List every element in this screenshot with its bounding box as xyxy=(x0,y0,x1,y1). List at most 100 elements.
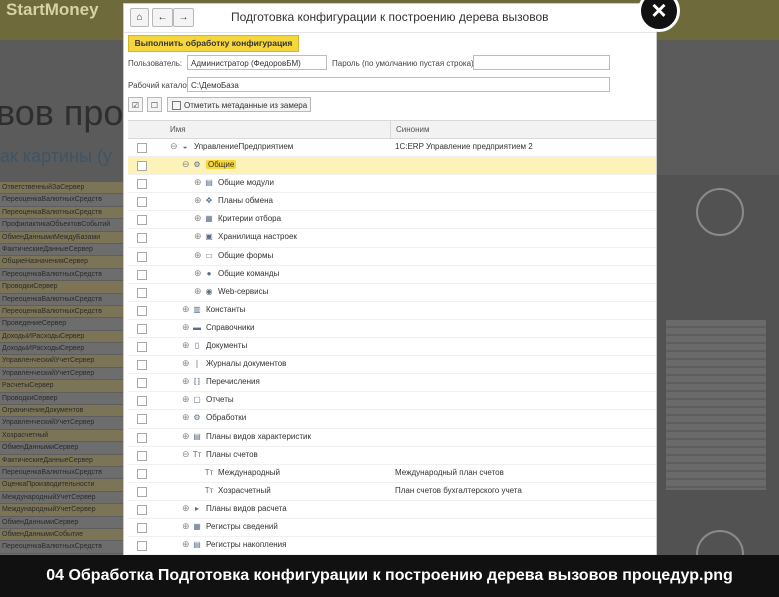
expand-icon[interactable]: ⊕ xyxy=(182,376,190,387)
row-checkbox[interactable] xyxy=(137,504,147,515)
uncheck-all-button[interactable]: ☐ xyxy=(147,97,162,112)
row-checkbox[interactable] xyxy=(137,197,147,208)
expand-icon[interactable]: ⊕ xyxy=(194,286,202,297)
row-checkbox[interactable] xyxy=(137,251,147,262)
row-checkbox[interactable] xyxy=(137,522,147,533)
expand-icon[interactable]: ⊕ xyxy=(194,250,202,261)
tree-row[interactable]: ⊕ ● Общие команды xyxy=(128,266,656,284)
tree-row[interactable]: ⊕ ▸ Планы видов расчета xyxy=(128,501,656,519)
background-list-item: ПереоценкаВалютныхСредств xyxy=(0,194,125,207)
chart-of-accounts-icon: Tт xyxy=(204,467,214,477)
tree-row[interactable]: ⊕ ▤ Общие модули xyxy=(128,175,656,194)
expand-icon[interactable]: ⊕ xyxy=(194,231,202,242)
row-checkbox[interactable] xyxy=(137,323,147,334)
tree-row[interactable]: Tт Международный Международный план счетов xyxy=(128,465,656,483)
row-checkbox[interactable] xyxy=(137,143,147,153)
row-name: Документы xyxy=(206,341,248,351)
tree-row[interactable]: ⊕ ⚙ Обработки xyxy=(128,410,656,429)
tree-row[interactable]: Tт Хозрасчетный План счетов бухгалтерского… xyxy=(128,483,656,501)
column-synonym-header[interactable]: Синоним xyxy=(390,121,430,138)
row-checkbox[interactable] xyxy=(137,179,147,190)
expand-icon[interactable]: ⊕ xyxy=(182,503,190,514)
chart-of-accounts-icon: Tт xyxy=(204,485,214,495)
password-field[interactable] xyxy=(473,55,610,70)
row-checkbox[interactable] xyxy=(137,360,147,371)
row-checkbox[interactable] xyxy=(137,378,147,389)
password-label: Пароль (по умолчанию пустая строка): xyxy=(332,59,476,68)
collapse-icon[interactable]: ⊖ xyxy=(170,141,178,152)
tree-row[interactable]: ⊕ ▤ Планы видов характеристик xyxy=(128,429,656,447)
row-synonym: Международный план счетов xyxy=(395,467,504,477)
expand-icon[interactable]: ⊕ xyxy=(182,322,190,333)
column-name-header[interactable]: Имя xyxy=(170,125,186,134)
row-checkbox[interactable] xyxy=(137,541,147,552)
row-checkbox[interactable] xyxy=(137,269,147,280)
row-checkbox[interactable] xyxy=(137,432,147,443)
tree-row[interactable]: ⊕ ▬ Справочники xyxy=(128,320,656,339)
tree-row[interactable]: ⊕ ✥ Планы обмена xyxy=(128,193,656,212)
forward-button[interactable]: → xyxy=(173,8,194,27)
row-checkbox[interactable] xyxy=(137,414,147,425)
document-journals-icon: ❘ xyxy=(193,359,201,369)
background-table: ОтветственныйЗаСервер ПереоценкаВалютныхС… xyxy=(0,182,125,562)
row-checkbox[interactable] xyxy=(137,161,147,172)
catalogs-icon: ▬ xyxy=(193,322,201,332)
row-checkbox[interactable] xyxy=(137,215,147,226)
tree-row[interactable]: ⊕ ▥ Константы xyxy=(128,302,656,320)
expand-icon[interactable]: ⊕ xyxy=(182,358,190,369)
tree-row[interactable]: ⊕ ⁅⁆ Перечисления xyxy=(128,374,656,393)
collapse-icon[interactable]: ⊖ xyxy=(182,449,190,460)
tree-row[interactable]: ⊕ ▣ Хранилища настроек xyxy=(128,229,656,248)
background-list-item: ПереоценкаВалютныхСредств xyxy=(0,269,125,282)
back-button[interactable]: ← xyxy=(152,8,173,27)
expand-icon[interactable]: ⊕ xyxy=(182,412,190,423)
expand-icon[interactable]: ⊕ xyxy=(194,213,202,224)
background-list-item: Хозрасчетный xyxy=(0,429,125,443)
expand-icon[interactable]: ⊕ xyxy=(194,177,202,188)
expand-icon[interactable]: ⊕ xyxy=(182,431,190,442)
expand-icon[interactable]: ⊕ xyxy=(182,521,190,532)
expand-icon[interactable]: ⊕ xyxy=(194,268,202,279)
tree-row[interactable]: ⊖ Tт Планы счетов xyxy=(128,447,656,465)
row-name: Хозрасчетный xyxy=(218,485,271,495)
background-list-item: ОбменДаннымиСервер xyxy=(0,442,125,455)
row-name: Планы счетов xyxy=(206,449,258,459)
row-checkbox[interactable] xyxy=(137,287,147,298)
home-button[interactable]: ⌂ xyxy=(130,8,149,27)
background-list-item: МеждународныйУчетСервер xyxy=(0,492,125,505)
expand-icon[interactable]: ⊕ xyxy=(182,394,190,405)
row-checkbox[interactable] xyxy=(137,468,147,479)
row-checkbox[interactable] xyxy=(137,450,147,461)
row-checkbox[interactable] xyxy=(137,233,147,244)
run-processing-button[interactable]: Выполнить обработку конфигурация xyxy=(128,35,299,52)
expand-icon[interactable]: ⊕ xyxy=(182,340,190,351)
background-list-item: ПрофилактикаОбъектовСобытий xyxy=(0,219,125,232)
tree-row[interactable]: ⊕ ◉ Web-сервисы xyxy=(128,284,656,302)
collapse-icon[interactable]: ⊖ xyxy=(182,159,190,170)
background-list-item: ОбменДаннымиМеждуБазами xyxy=(0,231,125,244)
tree-row[interactable]: ⊕ ▦ Регистры сведений xyxy=(128,519,656,538)
tree-row[interactable]: ⊖ ⚙ Общие xyxy=(128,157,656,176)
row-checkbox[interactable] xyxy=(137,486,147,497)
row-checkbox[interactable] xyxy=(137,305,147,316)
back-arrow-icon: ← xyxy=(157,12,168,23)
workdir-label: Рабочий каталог: xyxy=(128,81,193,90)
expand-icon[interactable]: ⊕ xyxy=(182,304,190,315)
user-field[interactable]: Администратор (ФедоровБМ) xyxy=(187,55,327,70)
background-list-item: ОбменДаннымиСервер xyxy=(0,517,125,529)
check-all-button[interactable]: ☑ xyxy=(128,97,143,112)
tree-row[interactable]: ⊖ ◒ УправлениеПредприятием 1С:ERP Управлени… xyxy=(128,139,656,158)
tree-row[interactable]: ⊕ ▤ Регистры накопления xyxy=(128,537,656,556)
expand-icon[interactable]: ⊕ xyxy=(194,195,202,206)
row-checkbox[interactable] xyxy=(137,342,147,353)
tree-row[interactable]: ⊕ ▯ Документы xyxy=(128,338,656,357)
tree-row[interactable]: ⊕ ▭ Общие формы xyxy=(128,248,656,266)
row-checkbox[interactable] xyxy=(137,396,147,407)
mark-metadata-button[interactable]: Отметить метаданные из замера xyxy=(167,97,311,112)
tree-row[interactable]: ⊕ ❘ Журналы документов xyxy=(128,356,656,375)
workdir-field[interactable]: C:\ДемоБаза xyxy=(187,77,610,92)
tree-row[interactable]: ⊕ ▦ Критерии отбора xyxy=(128,211,656,230)
background-list-item: ПереоценкаВалютныхСредств xyxy=(0,541,125,554)
tree-row[interactable]: ⊕ ▢ Отчеты xyxy=(128,392,656,411)
expand-icon[interactable]: ⊕ xyxy=(182,539,190,550)
